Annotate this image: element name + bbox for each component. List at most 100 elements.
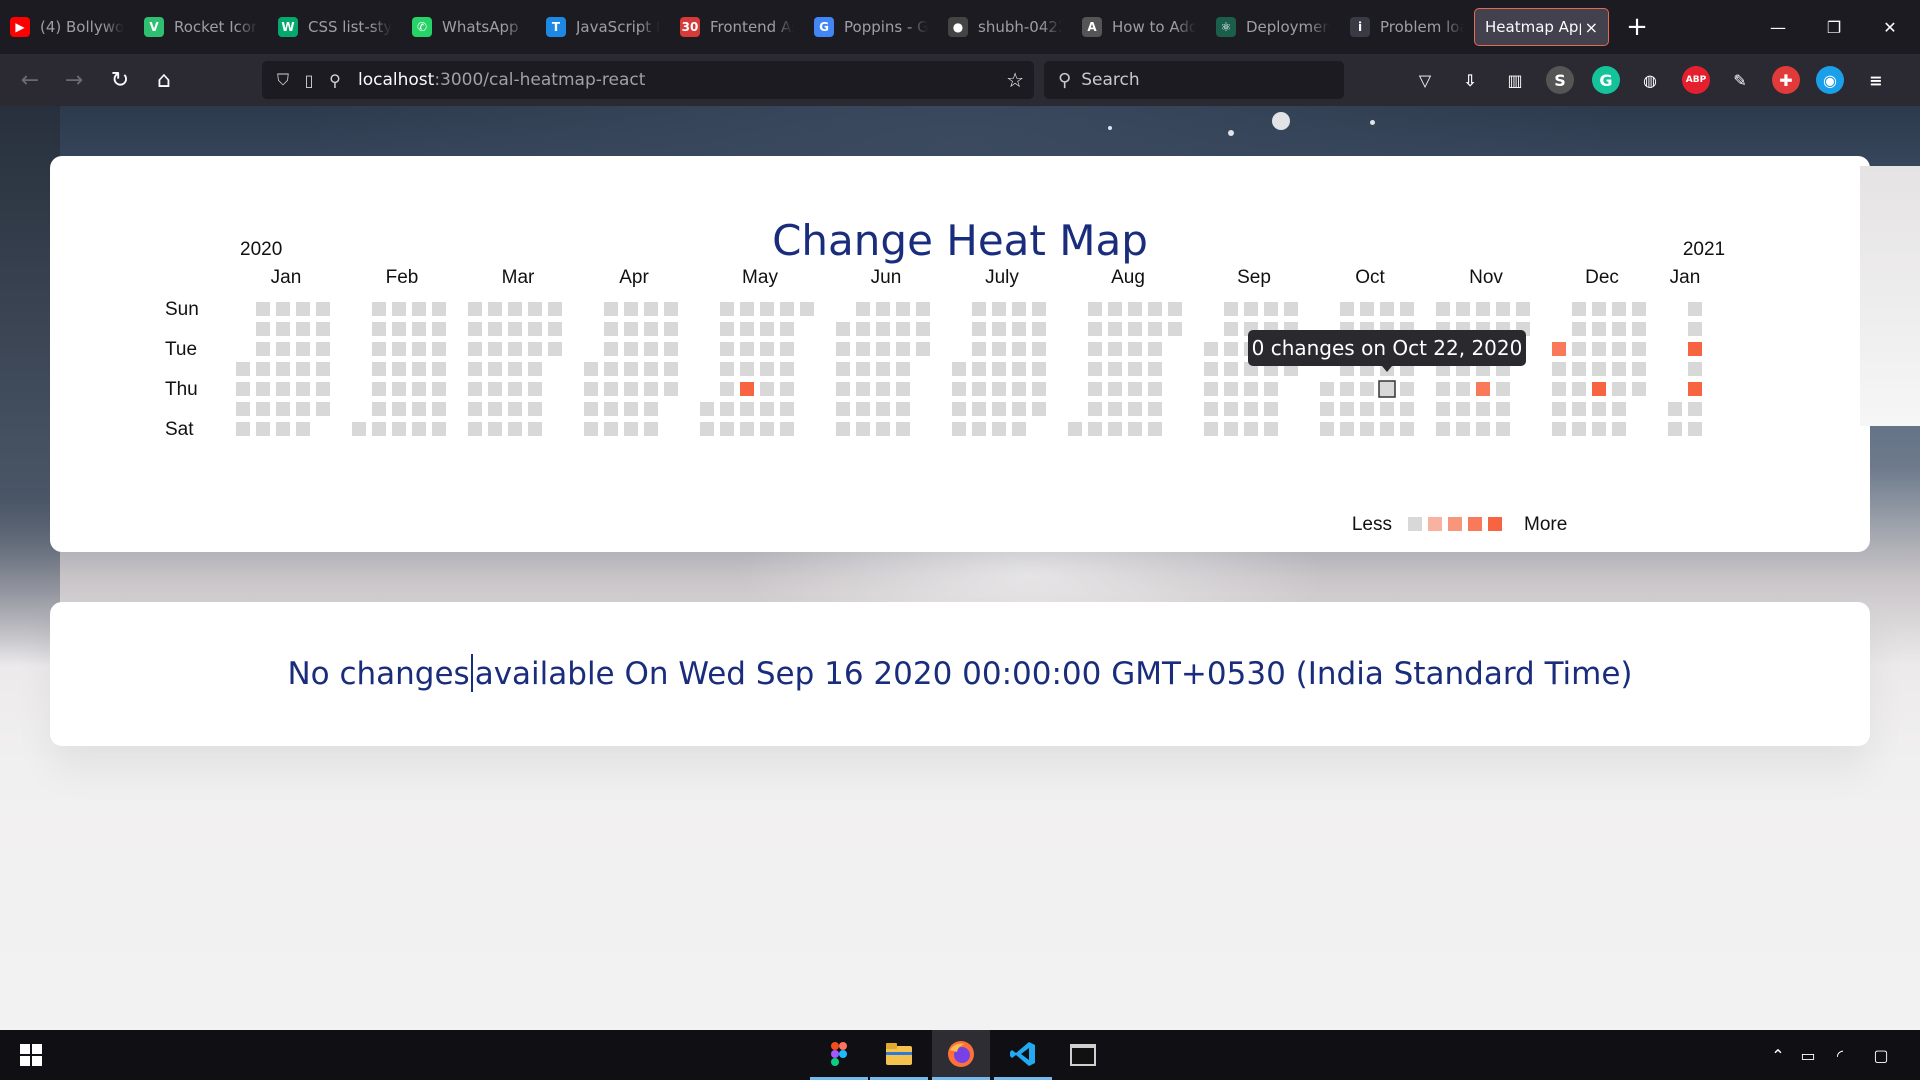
heatmap-day-cell[interactable]: [1612, 382, 1626, 396]
heatmap-day-cell[interactable]: [236, 362, 250, 376]
heatmap-day-cell[interactable]: [528, 302, 542, 316]
heatmap-day-cell[interactable]: [896, 322, 910, 336]
heatmap-day-cell[interactable]: [836, 342, 850, 356]
heatmap-day-cell[interactable]: [1476, 302, 1490, 316]
menu-icon[interactable]: ≡: [1862, 66, 1890, 94]
heatmap-day-cell[interactable]: [856, 422, 870, 436]
heatmap-day-cell[interactable]: [644, 382, 658, 396]
heatmap-day-cell[interactable]: [1340, 402, 1354, 416]
heatmap-day-cell[interactable]: [1456, 382, 1470, 396]
heatmap-day-cell[interactable]: [276, 322, 290, 336]
heatmap-day-cell[interactable]: [468, 302, 482, 316]
chevron-up-icon[interactable]: ⌃: [1764, 1030, 1792, 1080]
heatmap-day-cell[interactable]: [972, 342, 986, 356]
heatmap-day-cell[interactable]: [256, 362, 270, 376]
heatmap-day-cell[interactable]: [1340, 382, 1354, 396]
heatmap-day-cell[interactable]: [488, 342, 502, 356]
heatmap-day-cell[interactable]: [624, 342, 638, 356]
heatmap-day-cell[interactable]: [992, 342, 1006, 356]
heatmap-day-cell[interactable]: [1476, 382, 1490, 396]
heatmap-day-cell[interactable]: [432, 382, 446, 396]
heatmap-day-cell[interactable]: [1552, 382, 1566, 396]
heatmap-day-cell[interactable]: [488, 402, 502, 416]
heatmap-day-cell[interactable]: [1380, 402, 1394, 416]
heatmap-day-cell[interactable]: [584, 402, 598, 416]
heatmap-day-cell[interactable]: [916, 342, 930, 356]
heatmap-day-cell[interactable]: [508, 402, 522, 416]
heatmap-day-cell[interactable]: [780, 322, 794, 336]
heatmap-day-cell[interactable]: [412, 322, 426, 336]
heatmap-day-cell[interactable]: [760, 382, 774, 396]
browser-tab[interactable]: 30 Frontend As: [670, 8, 804, 46]
heatmap-day-cell[interactable]: [780, 302, 794, 316]
terminal-icon[interactable]: [1054, 1030, 1112, 1080]
heatmap-day-cell[interactable]: [1148, 342, 1162, 356]
permissions-icon[interactable]: ⚲: [322, 61, 348, 99]
download-icon[interactable]: ⇩: [1456, 66, 1484, 94]
heatmap-day-cell[interactable]: [760, 342, 774, 356]
heatmap-day-cell[interactable]: [604, 422, 618, 436]
heatmap-day-cell[interactable]: [1108, 402, 1122, 416]
heatmap-day-cell[interactable]: [432, 422, 446, 436]
heatmap-day-cell[interactable]: [972, 422, 986, 436]
heatmap-day-cell[interactable]: [856, 362, 870, 376]
heatmap-day-cell[interactable]: [256, 322, 270, 336]
heatmap-day-cell[interactable]: [1592, 402, 1606, 416]
heatmap-day-cell[interactable]: [760, 322, 774, 336]
heatmap-day-cell[interactable]: [624, 382, 638, 396]
heatmap-day-cell[interactable]: [624, 302, 638, 316]
heatmap-day-cell[interactable]: [488, 382, 502, 396]
heatmap-day-cell[interactable]: [1168, 322, 1182, 336]
heatmap-day-cell[interactable]: [740, 362, 754, 376]
heatmap-day-cell[interactable]: [468, 362, 482, 376]
color-picker-icon[interactable]: ✎: [1726, 66, 1754, 94]
heatmap-day-cell[interactable]: [1456, 422, 1470, 436]
heatmap-day-cell[interactable]: [1688, 322, 1702, 336]
heatmap-day-cell[interactable]: [392, 342, 406, 356]
heatmap-day-cell[interactable]: [1360, 402, 1374, 416]
heatmap-day-cell[interactable]: [1068, 422, 1082, 436]
heatmap-day-cell[interactable]: [1340, 422, 1354, 436]
file-explorer-icon[interactable]: [870, 1030, 928, 1080]
heatmap-day-cell[interactable]: [836, 422, 850, 436]
heatmap-day-cell[interactable]: [296, 302, 310, 316]
heatmap-day-cell[interactable]: [236, 422, 250, 436]
new-tab-button[interactable]: +: [1615, 8, 1659, 46]
address-bar[interactable]: ⛉ ▯ ⚲ localhost:3000/cal-heatmap-react ☆: [262, 61, 1034, 99]
browser-tab[interactable]: ✆ WhatsApp: [402, 8, 536, 46]
shield-icon[interactable]: ⛉: [270, 61, 296, 99]
heatmap-day-cell[interactable]: [740, 342, 754, 356]
heatmap-day-cell[interactable]: [916, 302, 930, 316]
heatmap-day-cell[interactable]: [836, 362, 850, 376]
heatmap-day-cell[interactable]: [1032, 402, 1046, 416]
heatmap-day-cell[interactable]: [856, 382, 870, 396]
heatmap-day-cell[interactable]: [1668, 402, 1682, 416]
heatmap-day-cell[interactable]: [1088, 342, 1102, 356]
heatmap-day-cell[interactable]: [1032, 342, 1046, 356]
heatmap-day-cell[interactable]: [1204, 422, 1218, 436]
heatmap-day-cell[interactable]: [1572, 422, 1586, 436]
heatmap-day-cell[interactable]: [1032, 302, 1046, 316]
heatmap-day-cell[interactable]: [1592, 362, 1606, 376]
heatmap-day-cell[interactable]: [316, 302, 330, 316]
adblock-plus-icon[interactable]: ABP: [1682, 66, 1710, 94]
heatmap-day-cell[interactable]: [1496, 402, 1510, 416]
heatmap-day-cell[interactable]: [952, 402, 966, 416]
heatmap-day-cell[interactable]: [992, 382, 1006, 396]
heatmap-day-cell[interactable]: [856, 322, 870, 336]
heatmap-day-cell[interactable]: [1148, 402, 1162, 416]
heatmap-day-cell[interactable]: [1108, 342, 1122, 356]
heatmap-day-cell[interactable]: [1572, 402, 1586, 416]
heatmap-day-cell[interactable]: [432, 322, 446, 336]
heatmap-day-cell[interactable]: [412, 382, 426, 396]
heatmap-day-cell[interactable]: [780, 342, 794, 356]
heatmap-day-cell[interactable]: [256, 402, 270, 416]
heatmap-day-cell[interactable]: [316, 342, 330, 356]
heatmap-day-cell[interactable]: [644, 322, 658, 336]
heatmap-day-cell[interactable]: [1552, 422, 1566, 436]
heatmap-day-cell[interactable]: [1688, 382, 1702, 396]
extension-red-icon[interactable]: ✚: [1772, 66, 1800, 94]
heatmap-day-cell[interactable]: [296, 342, 310, 356]
heatmap-day-cell[interactable]: [1032, 322, 1046, 336]
heatmap-day-cell[interactable]: [372, 322, 386, 336]
